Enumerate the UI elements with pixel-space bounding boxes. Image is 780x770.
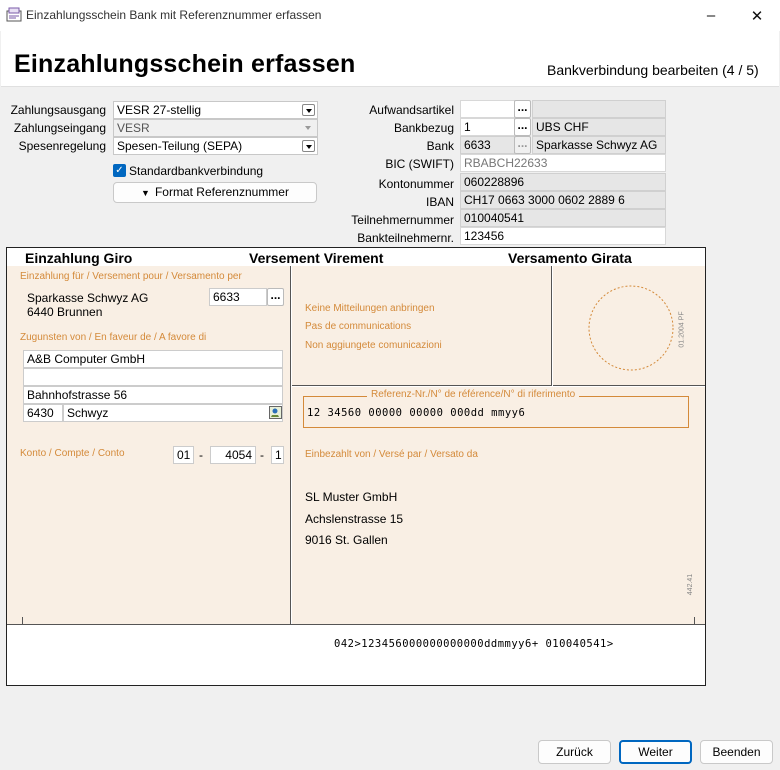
bankbezug-input[interactable]: 1 [460, 118, 515, 136]
back-button[interactable]: Zurück [538, 740, 611, 764]
end-button[interactable]: Beenden [700, 740, 773, 764]
teilnehmernummer-label: Teilnehmernummer [351, 213, 454, 227]
ort-input[interactable]: Schwyz [63, 404, 283, 422]
plz-input[interactable]: 6430 [23, 404, 63, 422]
tick-mark [22, 617, 23, 625]
zahlungsausgang-value: VESR 27-stellig [117, 103, 202, 117]
zahlungseingang-value: VESR [117, 121, 150, 135]
bank-label: Bank [426, 139, 454, 153]
zahlungseingang-label: Zahlungseingang [13, 121, 106, 135]
format-referenznummer-button[interactable]: ▼ Format Referenznummer [113, 182, 317, 203]
slip-bank-code-input[interactable]: 6633 [209, 288, 267, 306]
bankbezug-description: UBS CHF [532, 118, 666, 136]
zugunsten-label: Zugunsten von / En faveur de / A favore … [20, 332, 207, 343]
spesenregelung-label: Spesenregelung [18, 139, 106, 153]
bank-name-text: Sparkasse Schwyz AG [27, 291, 149, 305]
standard-checkbox[interactable]: ✓ [113, 164, 126, 177]
teilnehmernummer-input: 010040541 [460, 209, 666, 227]
mitteilung-de: Keine Mitteilungen anbringen [305, 303, 435, 314]
tick-mark [290, 617, 291, 625]
codeline: 042>123456000000000000ddmmyy6+ 010040541… [334, 638, 614, 650]
form-code-text: 442.41 [687, 573, 695, 596]
referenz-number: 12 34560 00000 00000 000dd mmyy6 [307, 407, 526, 419]
standard-checkbox-label: Standardbankverbindung [129, 164, 264, 178]
chevron-down-icon [302, 122, 315, 134]
zahlungsausgang-label: Zahlungsausgang [10, 103, 106, 117]
konto-part-2-input[interactable]: 4054 [210, 446, 256, 464]
bankteilnehmernr-input[interactable]: 123456 [460, 227, 666, 245]
slip-title-it: Versamento Girata [508, 250, 632, 266]
address-line-2-input[interactable] [23, 368, 283, 386]
aufwandsartikel-browse-button[interactable]: ... [514, 100, 531, 118]
tick-mark [694, 617, 695, 625]
kontonummer-label: Kontonummer [378, 177, 454, 191]
step-indicator: Bankverbindung bearbeiten (4 / 5) [547, 62, 759, 78]
iban-label: IBAN [425, 195, 454, 209]
next-button[interactable]: Weiter [619, 740, 692, 764]
spesenregelung-select[interactable]: Spesen-Teilung (SEPA) [113, 137, 318, 155]
bic-label: BIC (SWIFT) [385, 157, 454, 171]
mitteilung-fr: Pas de communications [305, 321, 412, 332]
konto-separator: - [199, 448, 203, 462]
spesenregelung-value: Spesen-Teilung (SEPA) [117, 139, 243, 153]
slip-bank-browse-button[interactable]: ... [267, 288, 284, 306]
aufwandsartikel-label: Aufwandsartikel [369, 103, 454, 117]
bankbezug-label: Bankbezug [393, 121, 454, 135]
konto-label: Konto / Compte / Conto [20, 448, 125, 459]
konto-part-3-input[interactable]: 1 [271, 446, 284, 464]
zahlungseingang-select: VESR [113, 119, 318, 137]
aufwandsartikel-description [532, 100, 666, 118]
caret-down-icon: ▼ [141, 188, 150, 198]
bankbezug-browse-button[interactable]: ... [514, 118, 531, 136]
bank-input: 6633 [460, 136, 515, 154]
page-title: Einzahlungsschein erfassen [14, 50, 356, 78]
bank-browse-button: ... [514, 136, 531, 154]
form-code-text: 01.2004 PF [678, 311, 686, 348]
format-referenznummer-label: Format Referenznummer [154, 185, 289, 199]
iban-input: CH17 0663 3000 0602 2889 6 [460, 191, 666, 209]
aufwandsartikel-input[interactable] [460, 100, 515, 118]
stamp-circle-icon [588, 285, 674, 371]
slip-title-de: Einzahlung Giro [25, 250, 133, 266]
einzahlung-fuer-label: Einzahlung für / Versement pour / Versam… [20, 271, 242, 282]
address-line-3-input[interactable]: Bahnhofstrasse 56 [23, 386, 283, 404]
chevron-down-icon[interactable] [302, 104, 315, 116]
payer-name: SL Muster GmbH [305, 490, 398, 504]
payer-street: Achslenstrasse 15 [305, 512, 404, 526]
bank-description: Sparkasse Schwyz AG [532, 136, 666, 154]
chevron-down-icon[interactable] [302, 140, 315, 152]
minimize-button[interactable]: – [688, 0, 734, 31]
mitteilung-it: Non aggiungete comunicazioni [305, 340, 442, 351]
konto-part-1-input[interactable]: 01 [173, 446, 194, 464]
konto-separator: - [260, 448, 264, 462]
bank-city-text: 6440 Brunnen [27, 305, 103, 319]
window-title: Einzahlungsschein Bank mit Referenznumme… [26, 8, 322, 22]
address-line-1-input[interactable]: A&B Computer GmbH [23, 350, 283, 368]
app-icon [6, 7, 22, 22]
slip-left-panel [7, 266, 291, 624]
payment-slip: Einzahlung Giro Versement Virement Versa… [6, 247, 706, 686]
close-button[interactable]: ✕ [734, 0, 780, 31]
zahlungsausgang-select[interactable]: VESR 27-stellig [113, 101, 318, 119]
kontonummer-input: 060228896 [460, 173, 666, 191]
slip-title-fr: Versement Virement [249, 250, 384, 266]
einbezahlt-label: Einbezahlt von / Versé par / Versato da [305, 449, 478, 460]
referenz-label: Referenz-Nr./N° de référence/N° di rifer… [367, 389, 580, 400]
bic-input[interactable]: RBABCH22633 [460, 154, 666, 172]
payer-city: 9016 St. Gallen [305, 533, 388, 547]
slip-divider [7, 624, 705, 625]
location-search-icon[interactable] [269, 406, 282, 419]
bankteilnehmernr-label: Bankteilnehmernr. [357, 231, 454, 245]
